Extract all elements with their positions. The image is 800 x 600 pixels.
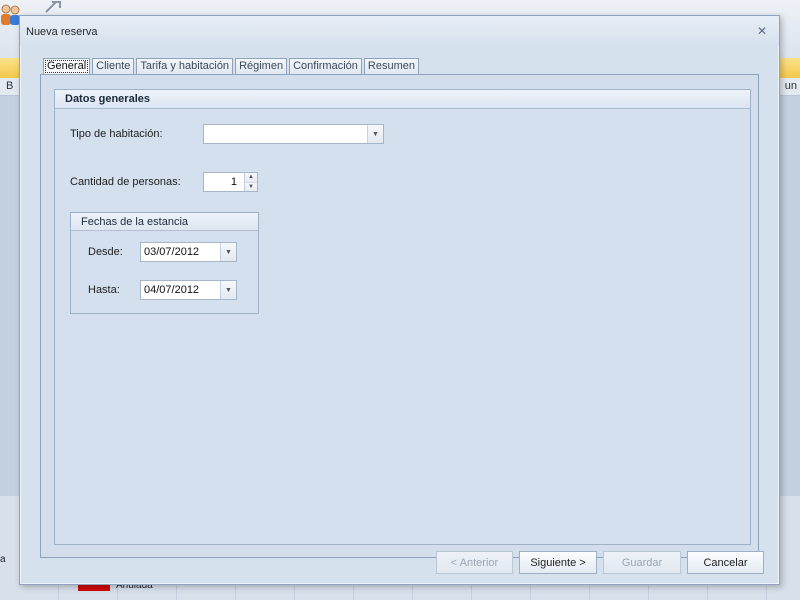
room-type-label: Tipo de habitación: (70, 128, 163, 140)
background-column-header: un (784, 80, 797, 92)
tab-general[interactable]: General (43, 58, 91, 75)
dialog-titlebar[interactable]: Nueva reserva ✕ (20, 16, 779, 46)
persons-value: 1 (230, 176, 237, 188)
group-title: Datos generales (65, 93, 150, 105)
persons-spinner[interactable]: 1 ▲ ▼ (203, 172, 258, 192)
chevron-down-icon[interactable]: ▼ (220, 243, 236, 261)
spin-up-icon[interactable]: ▲ (245, 173, 257, 183)
save-button[interactable]: Guardar (603, 551, 681, 574)
tab-regimen[interactable]: Régimen (235, 58, 288, 75)
tools-icon[interactable] (42, 0, 68, 14)
new-reservation-dialog: Nueva reserva ✕ General Cliente Tarifa y… (19, 15, 780, 585)
legend-swatch (78, 585, 110, 591)
to-date-label: Hasta: (88, 284, 120, 296)
dialog-title: Nueva reserva (26, 26, 98, 38)
chevron-down-icon[interactable]: ▼ (367, 125, 383, 143)
tab-confirmacion[interactable]: Confirmación (289, 58, 362, 75)
close-icon[interactable]: ✕ (755, 24, 769, 38)
spin-down-icon[interactable]: ▼ (245, 182, 257, 191)
cancel-button[interactable]: Cancelar (687, 551, 764, 574)
background-bottom-label: a (0, 554, 6, 565)
tab-tarifa-habitacion[interactable]: Tarifa y habitación (136, 58, 234, 75)
group-header: Fechas de la estancia (71, 213, 258, 231)
previous-button[interactable]: < Anterior (436, 551, 513, 574)
group-header: Datos generales (55, 90, 750, 109)
from-date-label: Desde: (88, 246, 123, 258)
to-date-value: 04/07/2012 (144, 284, 200, 296)
tab-resumen[interactable]: Resumen (363, 58, 419, 75)
room-type-select[interactable]: ▼ (203, 124, 384, 144)
persons-label: Cantidad de personas: (70, 176, 181, 188)
tab-page-general: Datos generales Tipo de habitación: ▼ Ca… (40, 74, 759, 558)
spin-buttons: ▲ ▼ (244, 173, 257, 191)
next-button[interactable]: Siguiente > (519, 551, 597, 574)
general-data-group: Datos generales Tipo de habitación: ▼ Ca… (54, 89, 751, 545)
background-column-header: B (6, 80, 14, 92)
to-date-picker[interactable]: 04/07/2012 ▼ (140, 280, 237, 300)
wizard-tabs: General Cliente Tarifa y habitación Régi… (43, 58, 419, 75)
from-date-value: 03/07/2012 (144, 246, 200, 258)
group-title: Fechas de la estancia (81, 216, 189, 228)
tab-cliente[interactable]: Cliente (92, 58, 135, 75)
chevron-down-icon[interactable]: ▼ (220, 281, 236, 299)
stay-dates-group: Fechas de la estancia Desde: 03/07/2012 … (70, 212, 259, 314)
from-date-picker[interactable]: 03/07/2012 ▼ (140, 242, 237, 262)
